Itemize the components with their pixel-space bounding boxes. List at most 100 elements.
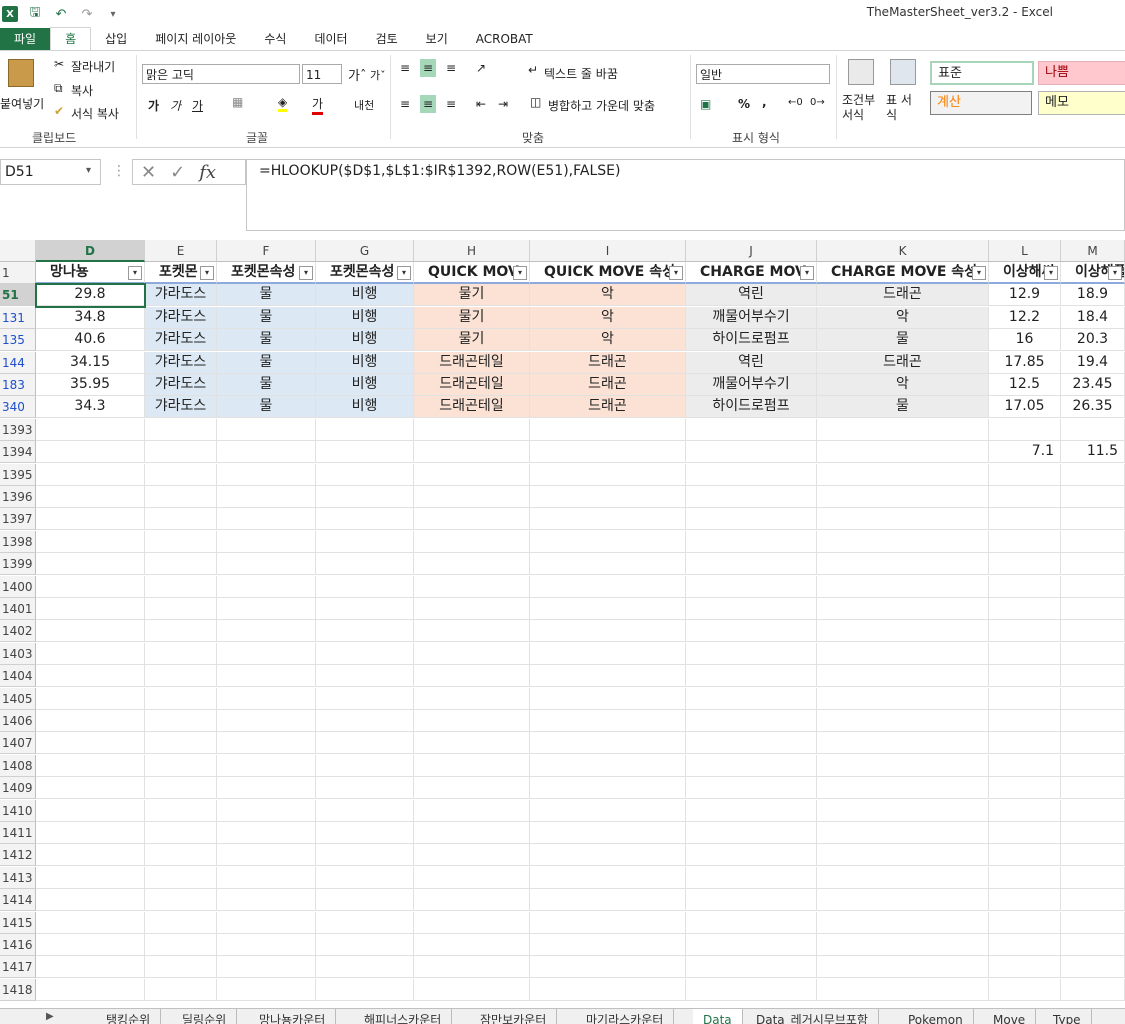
empty-cell[interactable] bbox=[414, 687, 530, 710]
empty-cell[interactable] bbox=[989, 710, 1061, 732]
number-format-select[interactable]: 일반 bbox=[696, 64, 830, 84]
style-normal[interactable]: 표준 bbox=[930, 61, 1034, 85]
empty-cell[interactable] bbox=[989, 553, 1061, 576]
copy-button[interactable]: 복사 bbox=[71, 82, 93, 99]
empty-cell[interactable] bbox=[145, 710, 217, 732]
comma-button[interactable]: , bbox=[762, 95, 767, 109]
table-cell[interactable]: 비행 bbox=[316, 396, 414, 419]
style-note[interactable]: 메모 bbox=[1038, 91, 1125, 115]
empty-cell[interactable] bbox=[316, 889, 414, 912]
empty-cell[interactable] bbox=[414, 710, 530, 732]
sheet-tab[interactable]: 잠만보카운터 bbox=[470, 1009, 558, 1024]
enter-icon[interactable]: ✓ bbox=[170, 162, 185, 183]
table-cell[interactable]: 드래곤 bbox=[530, 374, 686, 396]
empty-cell[interactable] bbox=[1061, 822, 1125, 844]
empty-cell[interactable] bbox=[145, 889, 217, 912]
merge-center-icon[interactable]: ◫ bbox=[530, 95, 541, 109]
italic-button[interactable]: 가 bbox=[170, 97, 181, 114]
empty-cell[interactable] bbox=[1061, 710, 1125, 732]
empty-cell[interactable] bbox=[530, 642, 686, 665]
orientation-icon[interactable]: ↗ bbox=[476, 61, 486, 75]
empty-cell[interactable] bbox=[989, 418, 1061, 441]
empty-cell[interactable] bbox=[1061, 889, 1125, 912]
row-header-1410[interactable]: 1410 bbox=[0, 799, 36, 822]
table-header-cell[interactable]: 망나뇽 ▾ bbox=[36, 262, 145, 284]
empty-cell[interactable] bbox=[217, 754, 316, 777]
empty-cell[interactable] bbox=[316, 642, 414, 665]
empty-cell[interactable] bbox=[1061, 508, 1125, 531]
align-bottom-icon[interactable]: ≡ bbox=[446, 61, 456, 75]
empty-cell[interactable] bbox=[414, 978, 530, 1001]
empty-cell[interactable] bbox=[217, 486, 316, 508]
empty-cell[interactable] bbox=[686, 598, 817, 620]
style-calculation[interactable]: 계산 bbox=[930, 91, 1032, 115]
tab-insert[interactable]: 삽입 bbox=[91, 28, 141, 50]
empty-cell[interactable] bbox=[817, 754, 989, 777]
empty-cell[interactable] bbox=[145, 486, 217, 508]
empty-cell[interactable] bbox=[414, 642, 530, 665]
empty-cell[interactable] bbox=[530, 710, 686, 732]
empty-cell[interactable] bbox=[817, 598, 989, 620]
align-left-icon[interactable]: ≡ bbox=[400, 97, 410, 111]
empty-cell[interactable] bbox=[316, 978, 414, 1001]
empty-cell[interactable] bbox=[530, 732, 686, 755]
table-cell[interactable]: 물 bbox=[217, 351, 316, 374]
empty-cell[interactable] bbox=[686, 553, 817, 576]
table-cell[interactable]: 16 bbox=[989, 329, 1061, 352]
tab-review[interactable]: 검토 bbox=[362, 28, 412, 50]
empty-cell[interactable] bbox=[530, 956, 686, 979]
row-header-1416[interactable]: 1416 bbox=[0, 934, 36, 956]
empty-cell[interactable] bbox=[817, 553, 989, 576]
style-bad[interactable]: 나쁨 bbox=[1038, 61, 1125, 85]
filter-dropdown-icon[interactable]: ▾ bbox=[800, 266, 814, 280]
column-header-J[interactable]: J bbox=[686, 240, 817, 262]
table-cell[interactable]: 12.5 bbox=[989, 374, 1061, 396]
empty-cell[interactable] bbox=[36, 665, 145, 688]
empty-cell[interactable] bbox=[145, 687, 217, 710]
empty-cell[interactable] bbox=[817, 822, 989, 844]
tab-formulas[interactable]: 수식 bbox=[250, 28, 300, 50]
sheet-tab[interactable]: Data_레거시무브포함 bbox=[746, 1009, 879, 1024]
empty-cell[interactable] bbox=[530, 866, 686, 889]
empty-cell[interactable] bbox=[530, 934, 686, 956]
sheet-tab[interactable]: Type bbox=[1043, 1009, 1092, 1024]
empty-cell[interactable] bbox=[1061, 866, 1125, 889]
table-cell[interactable]: 12.2 bbox=[989, 306, 1061, 329]
empty-cell[interactable] bbox=[817, 911, 989, 934]
empty-cell[interactable] bbox=[1061, 934, 1125, 956]
shrink-font-icon[interactable]: 가ˇ bbox=[370, 67, 386, 83]
empty-cell[interactable] bbox=[217, 822, 316, 844]
tab-file[interactable]: 파일 bbox=[0, 28, 51, 50]
empty-cell[interactable] bbox=[36, 575, 145, 598]
empty-cell[interactable] bbox=[686, 486, 817, 508]
row-header-1396[interactable]: 1396 bbox=[0, 486, 36, 508]
empty-cell[interactable] bbox=[217, 553, 316, 576]
table-cell[interactable]: 갸라도스 bbox=[145, 329, 217, 352]
table-cell[interactable]: 악 bbox=[530, 306, 686, 329]
empty-cell[interactable] bbox=[686, 530, 817, 553]
empty-cell[interactable] bbox=[36, 598, 145, 620]
empty-cell[interactable] bbox=[686, 575, 817, 598]
table-cell[interactable]: 깨물어부수기 bbox=[686, 374, 817, 396]
empty-cell[interactable] bbox=[989, 889, 1061, 912]
empty-cell[interactable] bbox=[316, 732, 414, 755]
paste-icon[interactable] bbox=[8, 59, 34, 87]
empty-cell[interactable] bbox=[817, 665, 989, 688]
empty-cell[interactable] bbox=[989, 822, 1061, 844]
empty-cell[interactable] bbox=[989, 911, 1061, 934]
row-header-1[interactable]: 1 bbox=[0, 262, 36, 284]
empty-cell[interactable] bbox=[530, 441, 686, 464]
empty-cell[interactable] bbox=[1061, 598, 1125, 620]
undo-icon[interactable]: ↶ bbox=[52, 7, 70, 22]
sheet-tab[interactable]: 딜링순위 bbox=[172, 1009, 238, 1024]
empty-cell[interactable] bbox=[36, 710, 145, 732]
empty-cell[interactable] bbox=[1061, 642, 1125, 665]
empty-cell[interactable] bbox=[530, 844, 686, 867]
column-header-L[interactable]: L bbox=[989, 240, 1061, 262]
empty-cell[interactable] bbox=[817, 866, 989, 889]
empty-cell[interactable] bbox=[686, 934, 817, 956]
row-header-1411[interactable]: 1411 bbox=[0, 822, 36, 844]
empty-cell[interactable] bbox=[145, 508, 217, 531]
wrap-text-button[interactable]: 텍스트 줄 바꿈 bbox=[544, 65, 618, 82]
empty-cell[interactable] bbox=[530, 822, 686, 844]
